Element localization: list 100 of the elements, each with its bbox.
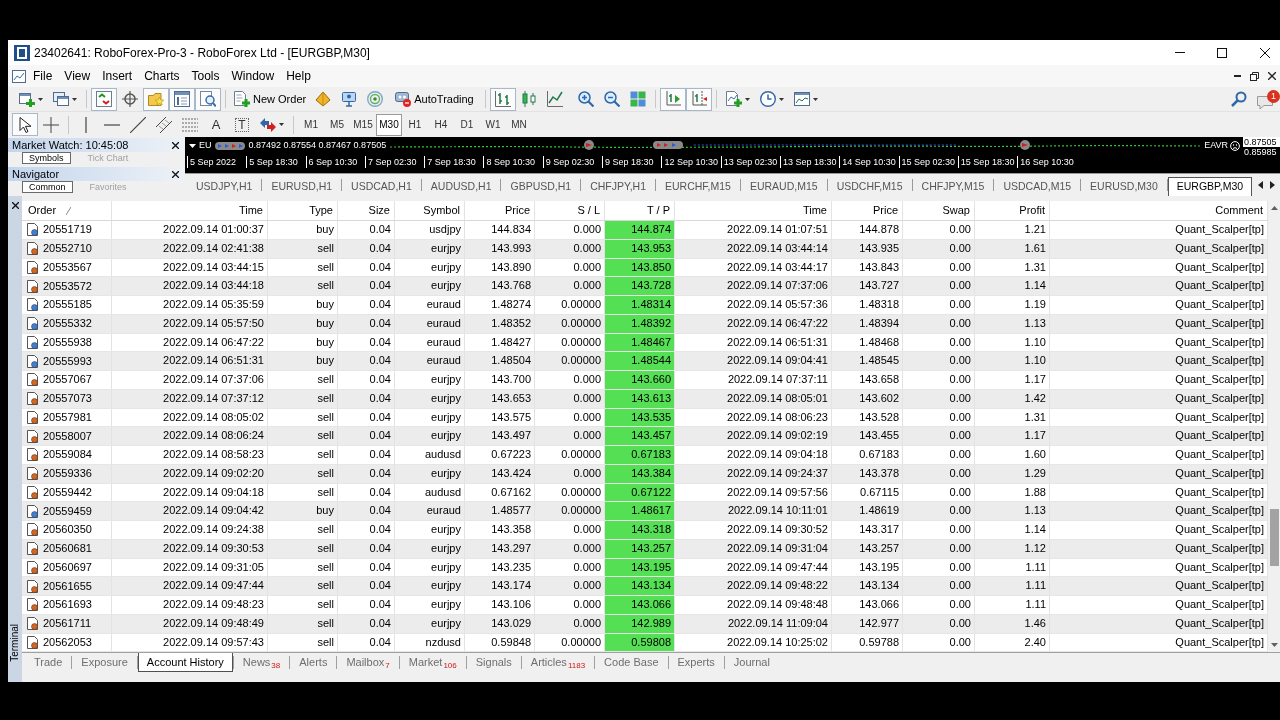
column-header[interactable]: Size xyxy=(338,201,395,220)
chart-tab[interactable]: EURGBP,M30 xyxy=(1167,177,1253,196)
chart-tab[interactable]: AUDUSD,H1 xyxy=(421,177,501,196)
chart-tab[interactable]: EURUSD,H1 xyxy=(262,177,342,196)
toolbar-button[interactable]: A xyxy=(203,113,229,136)
chart-tab[interactable]: USDCAD,H1 xyxy=(342,177,421,196)
chart-tab[interactable]: USDCAD,M15 xyxy=(994,177,1081,196)
table-cell: 2022.09.14 09:48:48 xyxy=(675,596,832,614)
table-cell: 0.04 xyxy=(338,333,395,352)
horizontal-line-icon xyxy=(104,123,120,126)
timeframe-button[interactable]: H1 xyxy=(402,113,428,136)
scroll-up-icon[interactable] xyxy=(1270,206,1278,210)
arrows-icon xyxy=(260,116,276,133)
column-header[interactable]: S / L xyxy=(535,201,605,220)
chart-tab[interactable]: EURUSD,M30 xyxy=(1081,177,1167,196)
table-cell: audusd xyxy=(395,446,465,464)
menu-item[interactable]: Charts xyxy=(138,65,186,87)
table-cell: 0.04 xyxy=(338,239,395,258)
expert-name: EAVR xyxy=(1204,138,1228,152)
table-cell: 1.61 xyxy=(975,239,1050,258)
table-cell: 1.10 xyxy=(975,333,1050,352)
scroll-left-icon[interactable] xyxy=(1258,181,1263,189)
column-header[interactable]: Swap xyxy=(903,201,975,220)
column-header[interactable]: Profit xyxy=(975,201,1050,220)
table-cell: 143.700 xyxy=(465,371,535,389)
toolbar-button[interactable] xyxy=(91,87,117,111)
table-cell-text: 20557067 xyxy=(43,372,92,388)
panel-tab[interactable]: Common xyxy=(22,181,73,193)
time-axis-label: 9 Sep 02:30 xyxy=(542,156,603,168)
column-header[interactable]: Symbol xyxy=(395,201,465,220)
menu-item[interactable]: Insert xyxy=(96,65,139,87)
toolbar-button[interactable] xyxy=(489,87,516,111)
table-cell: 143.653 xyxy=(465,389,535,408)
terminal-tab[interactable]: Alerts xyxy=(290,653,337,672)
close-icon[interactable] xyxy=(172,141,179,149)
table-cell: sell xyxy=(268,446,338,464)
column-header[interactable]: Price xyxy=(832,201,903,220)
timeframe-button[interactable]: M30 xyxy=(376,113,402,136)
menu-item[interactable]: Tools xyxy=(185,65,226,87)
timeframe-button[interactable]: M5 xyxy=(324,113,350,136)
table-cell: eurjpy xyxy=(395,389,465,408)
column-header[interactable]: Type xyxy=(268,201,338,220)
timeframe-button[interactable]: M1 xyxy=(298,113,324,136)
table-cell: 143.174 xyxy=(465,577,535,595)
menu-item[interactable]: View xyxy=(58,65,97,87)
table-cell: 143.134 xyxy=(832,577,903,595)
table-cell: 0.67162 xyxy=(465,483,535,502)
restore-icon[interactable] xyxy=(1250,71,1259,81)
chart-tab[interactable]: GBPUSD,H1 xyxy=(501,177,581,196)
toolbar-button[interactable] xyxy=(12,113,38,136)
chart-tab[interactable]: EURAUD,M15 xyxy=(740,177,827,196)
table-cell: 0.04 xyxy=(338,258,395,277)
close-icon[interactable] xyxy=(1267,72,1276,80)
column-header[interactable]: Time xyxy=(675,201,832,220)
column-header[interactable]: Order xyxy=(22,201,112,220)
column-header[interactable]: T / P xyxy=(605,201,675,220)
toolbar-button[interactable] xyxy=(195,87,221,111)
table-cell: 2022.09.14 05:57:36 xyxy=(675,296,832,314)
table-cell: 0.00 xyxy=(903,221,975,239)
panel-tab[interactable]: Symbols xyxy=(22,152,71,164)
timeframe-button[interactable]: M15 xyxy=(350,113,376,136)
timeframe-button[interactable]: MN xyxy=(506,113,532,136)
close-icon[interactable] xyxy=(172,170,179,178)
scroll-down-icon[interactable] xyxy=(1270,643,1278,647)
scrollbar-thumb[interactable] xyxy=(1269,509,1279,566)
terminal-tab[interactable]: Experts xyxy=(668,653,724,672)
menu-item[interactable]: Window xyxy=(225,65,281,87)
chart-tab[interactable]: CHFJPY,M15 xyxy=(912,177,994,196)
toolbar-button[interactable] xyxy=(169,87,195,111)
chart-tab[interactable]: USDJPY,H1 xyxy=(187,177,262,196)
table-cell: 143.029 xyxy=(465,614,535,633)
timeframe-button[interactable]: W1 xyxy=(480,113,506,136)
scroll-right-icon[interactable] xyxy=(1270,181,1275,189)
search-icon[interactable] xyxy=(1231,91,1247,107)
table-cell-text: 20560681 xyxy=(43,541,92,557)
terminal-tab[interactable]: Trade xyxy=(25,653,72,672)
timeframe-button[interactable]: D1 xyxy=(454,113,480,136)
trade-markers-icon xyxy=(653,140,683,150)
toolbar-button[interactable]: AutoTrading xyxy=(388,87,481,111)
toolbar-button[interactable]: New Order xyxy=(230,87,311,111)
terminal-tab[interactable]: Exposure xyxy=(72,653,137,672)
timeframe-button[interactable]: H4 xyxy=(428,113,454,136)
close-icon[interactable] xyxy=(11,202,19,209)
panel-title: Market Watch: 10:45:08 xyxy=(12,138,129,152)
column-header[interactable]: Price xyxy=(465,201,535,220)
column-header[interactable]: Time xyxy=(112,201,268,220)
terminal-tab[interactable]: Code Base xyxy=(595,653,668,672)
menu-item[interactable]: File xyxy=(27,65,59,87)
toolbar-button[interactable]: T xyxy=(229,113,255,136)
terminal-tab[interactable]: Signals xyxy=(466,653,521,672)
chart-tab[interactable]: CHFJPY,H1 xyxy=(581,177,655,196)
chart-tab[interactable]: USDCHF,M15 xyxy=(827,177,912,196)
table-cell: euraud xyxy=(395,296,465,314)
terminal-tab[interactable]: Journal xyxy=(724,653,779,672)
chart-tab[interactable]: EURCHF,M15 xyxy=(656,177,740,196)
folder-star-icon xyxy=(148,91,164,107)
table-cell: 1.48314 xyxy=(605,296,675,314)
table-cell-text: 20553572 xyxy=(43,278,92,294)
terminal-tab[interactable]: Account History xyxy=(137,653,233,672)
menu-item[interactable]: Help xyxy=(280,65,317,87)
